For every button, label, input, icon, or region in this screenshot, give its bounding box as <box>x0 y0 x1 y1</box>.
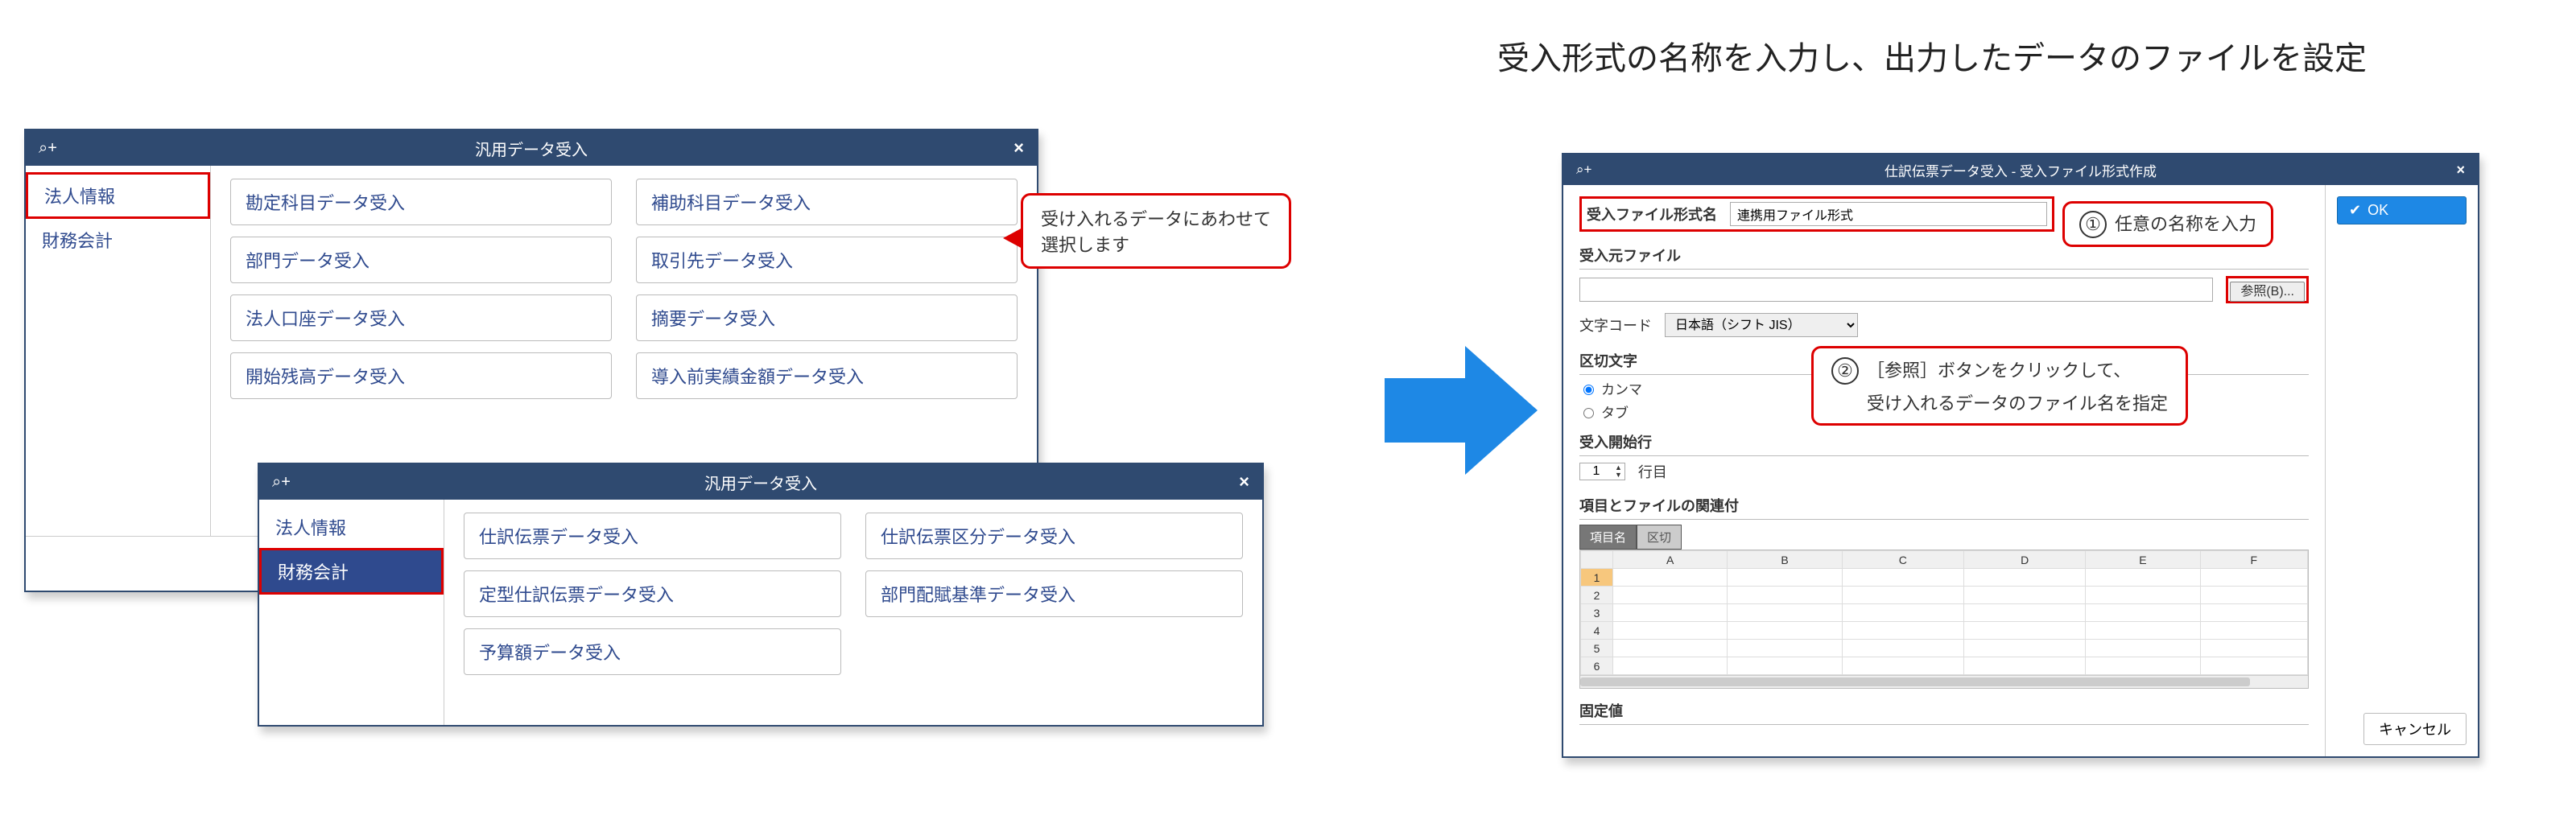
col-header[interactable]: C <box>1842 551 1963 569</box>
mapping-sheet[interactable]: A B C D E F 1 2 3 4 5 6 <box>1579 550 2309 689</box>
window-format-create: ⌕+ 仕訳伝票データ受入 - 受入ファイル形式作成 × 受入ファイル形式名 受入… <box>1562 153 2479 758</box>
titlebar: ⌕+ 汎用データ受入 × <box>26 130 1037 166</box>
callout-select: 受け入れるデータにあわせて 選択します <box>1021 193 1291 269</box>
delimiter-comma-label: カンマ <box>1601 378 1642 398</box>
callout-text: 受け入れるデータのファイル名を指定 <box>1867 389 2168 415</box>
horizontal-scrollbar[interactable] <box>1580 675 2308 688</box>
startrow-header: 受入開始行 <box>1579 428 2309 456</box>
row-header[interactable]: 6 <box>1581 657 1613 675</box>
source-file-input[interactable] <box>1579 278 2213 302</box>
browse-button[interactable]: 参照(B)... <box>2230 282 2305 302</box>
callout-text: ［参照］ボタンをクリックして、 <box>1867 360 2131 381</box>
import-item[interactable]: 補助科目データ受入 <box>636 179 1018 225</box>
search-icon[interactable]: ⌕+ <box>272 473 291 492</box>
import-item[interactable]: 勘定科目データ受入 <box>230 179 612 225</box>
search-icon[interactable]: ⌕+ <box>1576 162 1591 178</box>
sidebar: 法人情報 財務会計 <box>26 166 211 536</box>
import-item[interactable]: 法人口座データ受入 <box>230 294 612 341</box>
row-header[interactable]: 4 <box>1581 622 1613 640</box>
window-title: 汎用データ受入 <box>39 137 1024 160</box>
row-header[interactable]: 1 <box>1581 569 1613 587</box>
delimiter-comma-radio[interactable] <box>1583 385 1594 395</box>
ok-label: OK <box>2368 202 2388 219</box>
tab-field-name[interactable]: 項目名 <box>1579 525 1637 550</box>
callout-step2: ② ［参照］ボタンをクリックして、 受け入れるデータのファイル名を指定 <box>1811 346 2188 426</box>
startrow-suffix: 行目 <box>1638 461 1667 482</box>
sidebar-item-corporate[interactable]: 法人情報 <box>26 172 210 219</box>
sidebar-item-finance[interactable]: 財務会計 <box>26 219 210 261</box>
import-item[interactable]: 定型仕訳伝票データ受入 <box>464 570 841 617</box>
mapping-header: 項目とファイルの関連付 <box>1579 492 2309 520</box>
format-name-input[interactable] <box>1730 202 2047 226</box>
format-name-label: 受入ファイル形式名 <box>1587 204 1717 224</box>
check-icon: ✔ <box>2349 202 2361 219</box>
close-icon[interactable]: × <box>1239 471 1249 492</box>
encoding-select[interactable]: 日本語（シフト JIS） <box>1665 313 1858 337</box>
import-item[interactable]: 摘要データ受入 <box>636 294 1018 341</box>
startrow-spinner[interactable]: ▲▼ <box>1579 463 1625 480</box>
startrow-input[interactable] <box>1580 463 1612 480</box>
import-item[interactable]: 取引先データ受入 <box>636 237 1018 283</box>
step-number: ① <box>2079 211 2107 238</box>
import-item[interactable]: 部門配賦基準データ受入 <box>865 570 1243 617</box>
col-header[interactable]: B <box>1728 551 1842 569</box>
delimiter-tab-label: タブ <box>1601 401 1629 422</box>
page-instruction: 受入形式の名称を入力し、出力したデータのファイルを設定 <box>1497 32 2367 79</box>
titlebar: ⌕+ 仕訳伝票データ受入 - 受入ファイル形式作成 × <box>1563 154 2478 185</box>
import-item[interactable]: 仕訳伝票区分データ受入 <box>865 513 1243 559</box>
delimiter-tab-radio[interactable] <box>1583 408 1594 418</box>
sidebar-item-corporate[interactable]: 法人情報 <box>259 506 444 548</box>
step-number: ② <box>1831 357 1859 385</box>
spinner-down-icon[interactable]: ▼ <box>1612 471 1624 479</box>
tab-delimiter[interactable]: 区切 <box>1637 525 1682 550</box>
import-item[interactable]: 部門データ受入 <box>230 237 612 283</box>
cancel-button[interactable]: キャンセル <box>2363 713 2467 745</box>
close-icon[interactable]: × <box>2456 162 2465 179</box>
row-header[interactable]: 2 <box>1581 587 1613 604</box>
search-icon[interactable]: ⌕+ <box>39 139 57 158</box>
row-header[interactable]: 5 <box>1581 640 1613 657</box>
row-header[interactable]: 3 <box>1581 604 1613 622</box>
callout-step1: ① 任意の名称を入力 <box>2062 201 2273 247</box>
col-header[interactable]: D <box>1963 551 2085 569</box>
window-title: 仕訳伝票データ受入 - 受入ファイル形式作成 <box>1576 160 2465 180</box>
encoding-label: 文字コード <box>1579 315 1652 336</box>
callout-text: 任意の名称を入力 <box>2115 214 2256 234</box>
import-item[interactable]: 開始残高データ受入 <box>230 352 612 399</box>
import-item[interactable]: 導入前実績金額データ受入 <box>636 352 1018 399</box>
col-header[interactable]: E <box>2086 551 2200 569</box>
import-item[interactable]: 予算額データ受入 <box>464 628 841 675</box>
col-header[interactable]: A <box>1613 551 1728 569</box>
sidebar: 法人情報 財務会計 <box>259 500 444 725</box>
col-header[interactable]: F <box>2200 551 2307 569</box>
sidebar-item-finance[interactable]: 財務会計 <box>259 548 444 595</box>
ok-button[interactable]: ✔ OK <box>2337 196 2467 224</box>
titlebar: ⌕+ 汎用データ受入 × <box>259 464 1262 500</box>
fixed-value-header: 固定値 <box>1579 697 2309 725</box>
window-generic-import-2: ⌕+ 汎用データ受入 × 法人情報 財務会計 仕訳伝票データ受入 仕訳伝票区分デ… <box>258 463 1264 727</box>
window-title: 汎用データ受入 <box>272 471 1249 494</box>
arrow-icon <box>1385 346 1538 475</box>
close-icon[interactable]: × <box>1013 138 1024 159</box>
import-item[interactable]: 仕訳伝票データ受入 <box>464 513 841 559</box>
